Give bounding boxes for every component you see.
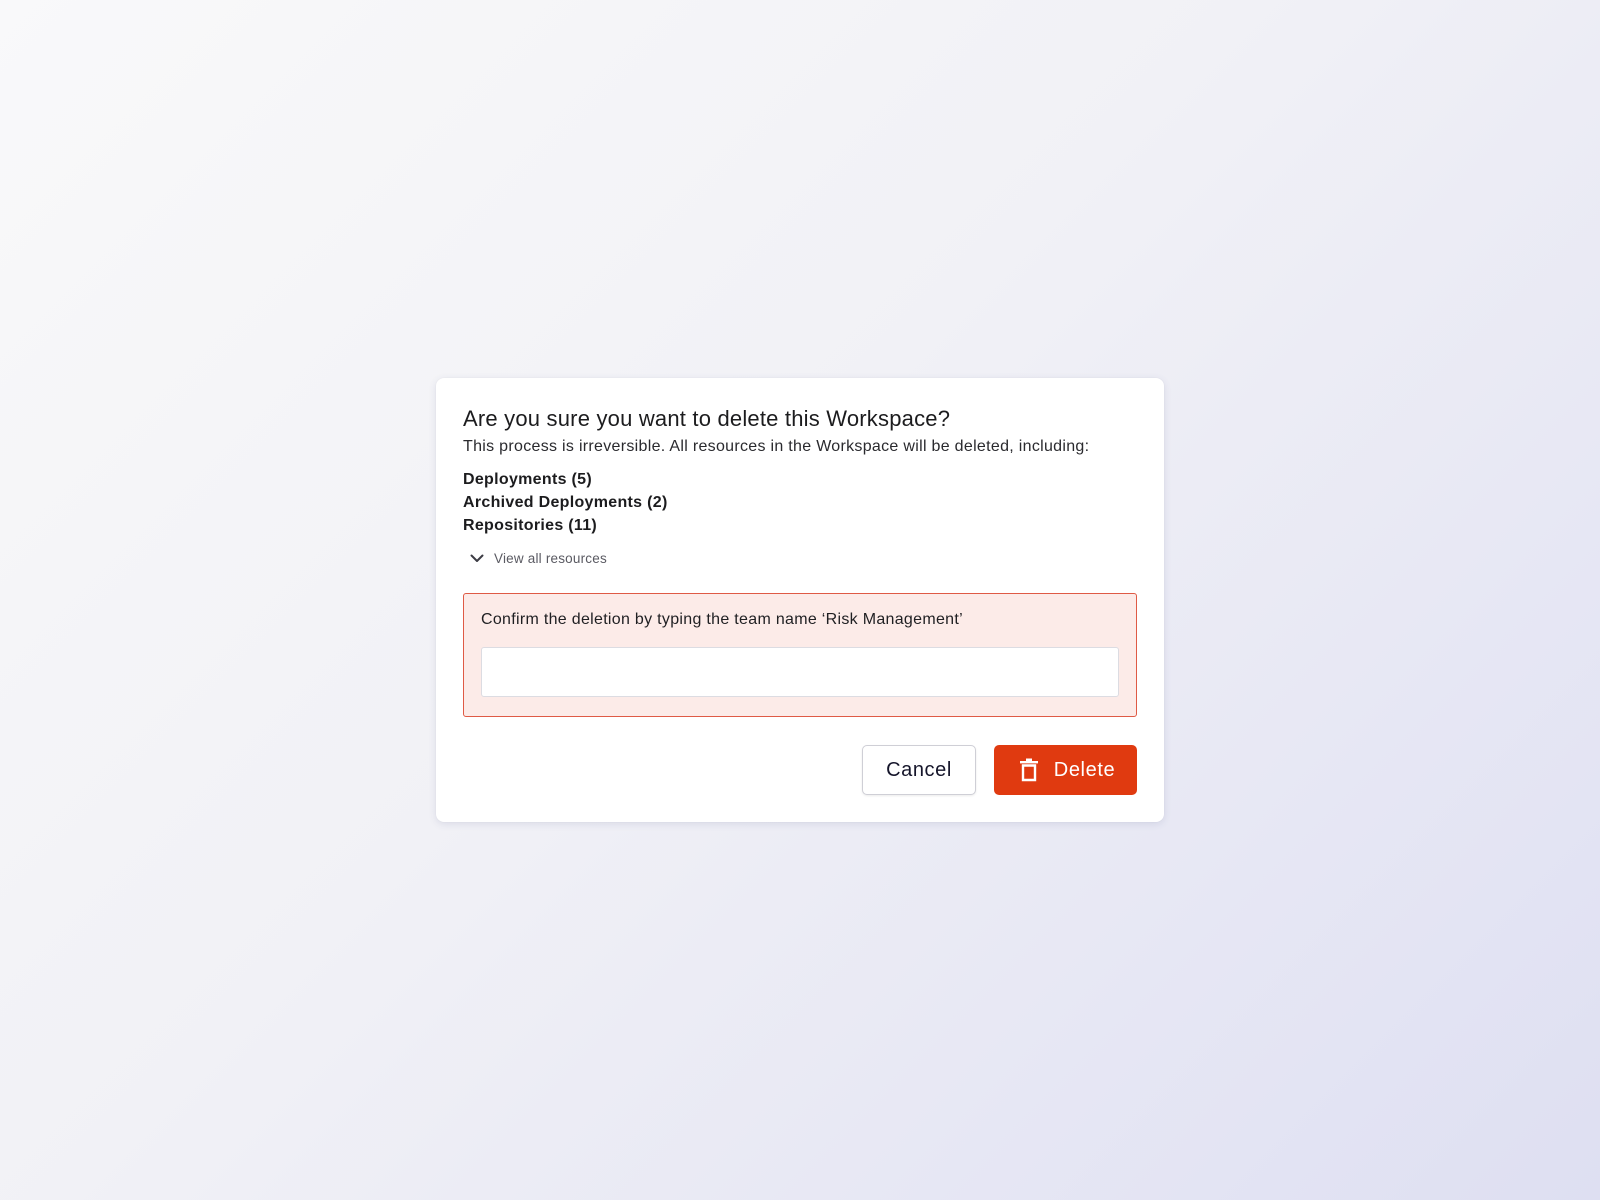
dialog-description: This process is irreversible. All resour… bbox=[463, 438, 1090, 455]
view-all-resources-toggle[interactable]: View all resources bbox=[468, 547, 607, 569]
resource-item-repositories: Repositories (11) bbox=[463, 517, 598, 534]
view-all-resources-label: View all resources bbox=[494, 550, 607, 566]
dialog-title: Are you sure you want to delete this Wor… bbox=[463, 406, 951, 431]
resource-list: Deployments (5) Archived Deployments (2)… bbox=[463, 468, 1137, 537]
delete-workspace-dialog: Are you sure you want to delete this Wor… bbox=[436, 378, 1164, 822]
resource-item-archived-deployments: Archived Deployments (2) bbox=[463, 494, 668, 511]
dialog-actions: Cancel Delete bbox=[862, 745, 1137, 795]
cancel-button[interactable]: Cancel bbox=[862, 745, 976, 795]
delete-button[interactable]: Delete bbox=[994, 745, 1137, 795]
resource-item-deployments: Deployments (5) bbox=[463, 471, 592, 488]
cancel-button-label: Cancel bbox=[886, 758, 952, 781]
team-name-confirm-input[interactable] bbox=[481, 647, 1119, 697]
delete-button-label: Delete bbox=[1053, 758, 1116, 781]
confirm-deletion-panel: Confirm the deletion by typing the team … bbox=[463, 593, 1137, 717]
confirm-deletion-label: Confirm the deletion by typing the team … bbox=[481, 611, 963, 628]
trash-icon bbox=[1019, 758, 1038, 782]
chevron-down-icon bbox=[470, 554, 484, 562]
